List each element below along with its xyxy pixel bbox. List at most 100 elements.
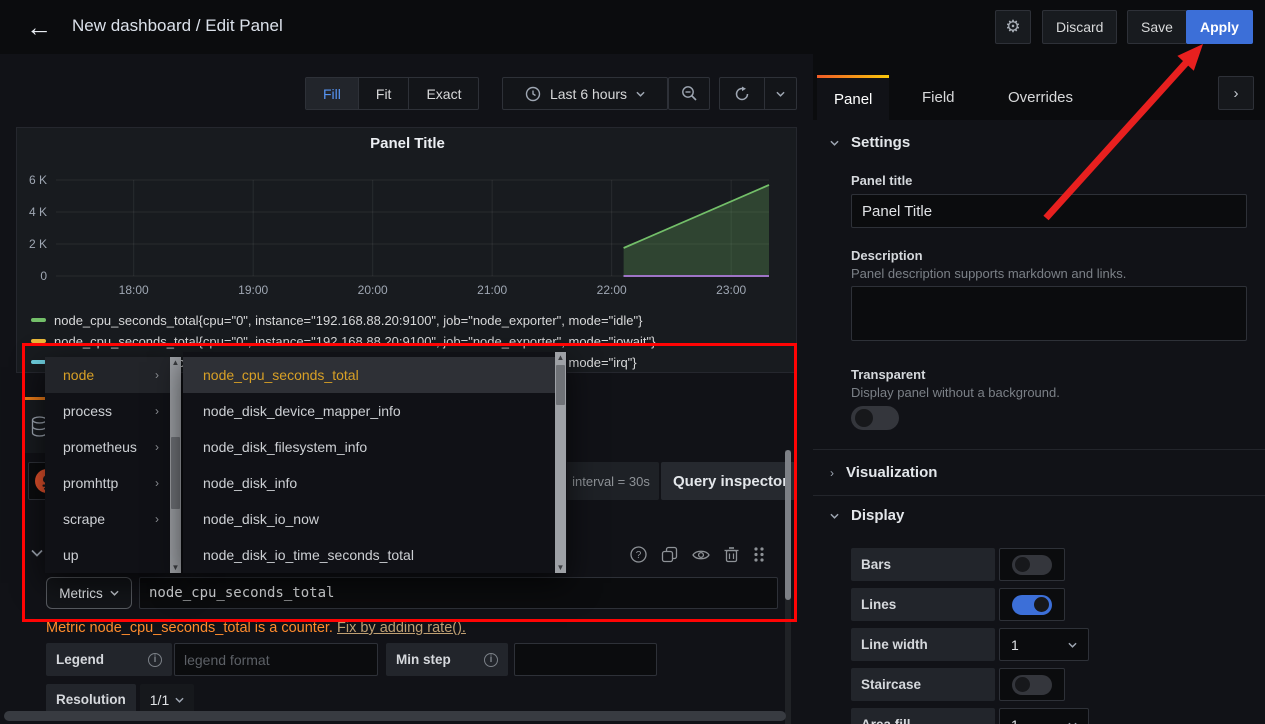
duplicate-query-icon[interactable] bbox=[661, 546, 678, 563]
chevron-right-icon: › bbox=[830, 466, 834, 480]
breadcrumb: New dashboard / Edit Panel bbox=[72, 16, 283, 36]
menu-item-scrape[interactable]: scrape› bbox=[45, 501, 171, 537]
category-menu-scrollbar[interactable]: ▲ ▼ bbox=[170, 357, 181, 573]
menu-item-metric[interactable]: node_disk_filesystem_info bbox=[183, 429, 555, 465]
bars-toggle[interactable] bbox=[999, 548, 1065, 581]
counter-warning: Metric node_cpu_seconds_total is a count… bbox=[46, 620, 466, 636]
svg-text:18:00: 18:00 bbox=[119, 283, 149, 297]
transparent-help-text: Display panel without a background. bbox=[851, 385, 1060, 400]
tab-overrides[interactable]: Overrides bbox=[991, 75, 1090, 120]
settings-section-header[interactable]: Settings bbox=[830, 134, 910, 151]
metric-list-menu: node_cpu_seconds_total node_disk_device_… bbox=[183, 352, 567, 573]
staircase-toggle[interactable] bbox=[999, 668, 1065, 701]
apply-button[interactable]: Apply bbox=[1186, 10, 1253, 44]
scroll-down-icon[interactable]: ▼ bbox=[555, 562, 566, 573]
submenu-chevron-icon: › bbox=[155, 440, 159, 454]
submenu-chevron-icon: › bbox=[155, 512, 159, 526]
legend-label: node_cpu_seconds_total{cpu="0", instance… bbox=[54, 313, 642, 328]
legend-format-input[interactable]: legend format bbox=[174, 643, 378, 676]
series-color-swatch bbox=[31, 360, 46, 364]
visualization-section-header[interactable]: › Visualization bbox=[830, 464, 937, 481]
menu-item-promhttp[interactable]: promhttp› bbox=[45, 465, 171, 501]
fix-by-adding-rate-link[interactable]: Fix by adding rate(). bbox=[337, 620, 466, 636]
legend-item[interactable]: node_cpu_seconds_total{cpu="0", instance… bbox=[31, 332, 655, 350]
area-fill-select[interactable]: 1 bbox=[999, 708, 1089, 724]
svg-text:20:00: 20:00 bbox=[358, 283, 388, 297]
metrics-dropdown-button[interactable]: Metrics bbox=[46, 577, 132, 609]
tab-panel[interactable]: Panel bbox=[817, 75, 889, 120]
tab-field[interactable]: Field bbox=[905, 75, 972, 120]
fill-mode-button[interactable]: Fill bbox=[306, 78, 359, 109]
info-icon[interactable]: i bbox=[148, 653, 162, 667]
fit-mode-button[interactable]: Fit bbox=[359, 78, 410, 109]
chevron-down-icon bbox=[830, 140, 839, 146]
scroll-up-icon[interactable]: ▲ bbox=[170, 357, 181, 368]
legend-item[interactable]: node_cpu_seconds_total{cpu="0", instance… bbox=[31, 311, 642, 329]
scroll-up-icon[interactable]: ▲ bbox=[555, 352, 566, 363]
menu-item-metric[interactable]: node_disk_io_now bbox=[183, 501, 555, 537]
exact-mode-button[interactable]: Exact bbox=[409, 78, 478, 109]
top-bar: ← New dashboard / Edit Panel ⚙ Discard S… bbox=[0, 0, 1265, 54]
time-series-chart[interactable]: 02 K4 K6 K18:0019:0020:0021:0022:0023:00 bbox=[17, 128, 796, 308]
menu-item-metric[interactable]: node_cpu_seconds_total bbox=[183, 357, 555, 393]
staircase-label: Staircase bbox=[851, 668, 995, 701]
legend-label: node_cpu_seconds_total{cpu="0", instance… bbox=[54, 334, 655, 349]
description-label: Description bbox=[851, 248, 923, 263]
submenu-chevron-icon: › bbox=[155, 368, 159, 382]
disable-query-eye-icon[interactable] bbox=[692, 548, 710, 562]
series-color-swatch bbox=[31, 318, 46, 322]
promql-query-input[interactable]: node_cpu_seconds_total bbox=[139, 577, 778, 609]
chevron-right-icon: › bbox=[1234, 85, 1239, 102]
scroll-down-icon[interactable]: ▼ bbox=[170, 562, 181, 573]
line-width-label: Line width bbox=[851, 628, 995, 661]
info-icon[interactable]: i bbox=[484, 653, 498, 667]
display-section-header[interactable]: Display bbox=[830, 507, 904, 524]
drag-handle-icon[interactable] bbox=[753, 546, 765, 563]
description-help-text: Panel description supports markdown and … bbox=[851, 266, 1126, 281]
panel-title-input[interactable]: Panel Title bbox=[851, 194, 1247, 228]
panel-preview: Panel Title 02 K4 K6 K18:0019:0020:0021:… bbox=[16, 127, 797, 373]
sidebar-tabs: Panel Field Overrides › bbox=[813, 54, 1265, 120]
refresh-button[interactable] bbox=[720, 78, 765, 109]
chevron-down-icon bbox=[776, 91, 785, 97]
scrollbar-thumb[interactable] bbox=[171, 437, 180, 509]
query-inspector-button[interactable]: Query inspector bbox=[661, 462, 795, 500]
svg-text:6 K: 6 K bbox=[29, 173, 47, 187]
help-icon[interactable]: ? bbox=[630, 546, 647, 563]
save-button[interactable]: Save bbox=[1127, 10, 1187, 44]
zoom-out-button[interactable] bbox=[668, 77, 710, 110]
time-range-picker[interactable]: Last 6 hours bbox=[502, 77, 668, 110]
dashboard-settings-button[interactable]: ⚙ bbox=[995, 10, 1031, 44]
min-step-input[interactable] bbox=[514, 643, 657, 676]
svg-text:2 K: 2 K bbox=[29, 237, 47, 251]
refresh-icon bbox=[734, 86, 750, 102]
transparent-label: Transparent bbox=[851, 367, 925, 382]
legend-format-label: Legend i bbox=[46, 643, 172, 676]
description-textarea[interactable] bbox=[851, 286, 1247, 341]
collapse-sidebar-button[interactable]: › bbox=[1218, 76, 1254, 110]
menu-item-metric[interactable]: node_disk_device_mapper_info bbox=[183, 393, 555, 429]
menu-item-up[interactable]: up bbox=[45, 537, 171, 573]
horizontal-scrollbar[interactable] bbox=[4, 711, 786, 721]
delete-query-trash-icon[interactable] bbox=[724, 546, 739, 563]
back-arrow-icon[interactable]: ← bbox=[26, 12, 52, 43]
options-sidebar: Panel Field Overrides › Settings Panel t… bbox=[813, 54, 1265, 724]
scrollbar-thumb[interactable] bbox=[556, 365, 565, 405]
menu-item-prometheus[interactable]: prometheus› bbox=[45, 429, 171, 465]
metric-menu-scrollbar[interactable]: ▲ ▼ bbox=[555, 352, 566, 573]
menu-item-node[interactable]: node› bbox=[45, 357, 171, 393]
min-step-label: Min step i bbox=[386, 643, 508, 676]
refresh-interval-dropdown[interactable] bbox=[765, 78, 796, 109]
transparent-toggle[interactable] bbox=[851, 406, 899, 430]
chevron-down-icon bbox=[110, 590, 119, 596]
lines-toggle[interactable] bbox=[999, 588, 1065, 621]
line-width-select[interactable]: 1 bbox=[999, 628, 1089, 661]
menu-item-metric[interactable]: node_disk_info bbox=[183, 465, 555, 501]
menu-item-metric[interactable]: node_disk_io_time_seconds_total bbox=[183, 537, 555, 573]
svg-text:0: 0 bbox=[40, 269, 47, 283]
vertical-scrollbar-thumb[interactable] bbox=[785, 450, 791, 600]
menu-item-process[interactable]: process› bbox=[45, 393, 171, 429]
discard-button[interactable]: Discard bbox=[1042, 10, 1117, 44]
clock-icon bbox=[525, 86, 541, 102]
query-collapse-chevron-icon[interactable] bbox=[31, 549, 43, 557]
